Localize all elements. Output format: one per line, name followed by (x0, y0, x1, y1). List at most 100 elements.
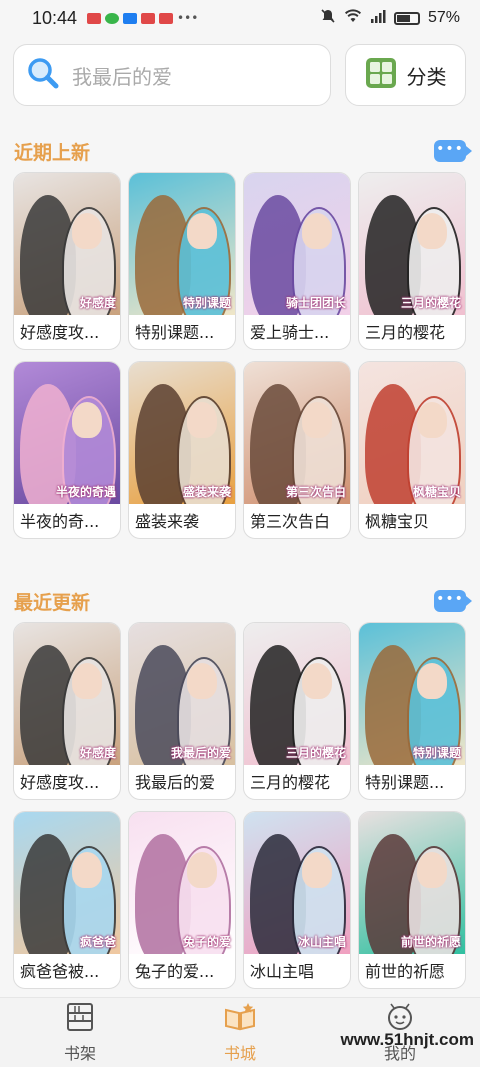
cover-title-art: 特别课题 (412, 746, 461, 760)
comic-title: 好感度攻... (20, 323, 100, 342)
comic-title: 半夜的奇... (20, 512, 100, 531)
comic-cover: 我最后的爱 (129, 623, 235, 765)
comic-card[interactable]: 枫糖宝贝 枫糖宝贝 (358, 361, 466, 539)
comic-title: 第三次告白 (250, 512, 331, 531)
battery-icon (393, 11, 420, 25)
status-bar: 10:44 ••• 57% (0, 0, 480, 36)
comic-card[interactable]: 疯爸爸疯爸爸被... (13, 811, 121, 989)
category-grid-icon (365, 57, 397, 94)
cover-title-art: 三月的樱花 (285, 746, 346, 760)
comic-cover: 冰山主唱 (244, 812, 350, 954)
cover-title-art: 好感度 (79, 296, 116, 310)
comic-cover: 三月的樱花 (359, 173, 465, 315)
cover-face (187, 402, 217, 438)
category-button[interactable]: 分类 (345, 44, 466, 106)
comic-title: 特别课题... (135, 323, 215, 342)
cover-face (72, 852, 102, 888)
comic-card[interactable]: 三月的樱花 三月的樱花 (358, 172, 466, 350)
search-placeholder: 我最后的爱 (72, 64, 172, 89)
comic-cover: 疯爸爸 (14, 812, 120, 954)
comic-card[interactable]: 三月的樱花 三月的樱花 (243, 622, 351, 800)
comic-card[interactable]: 兔子的爱兔子的爱... (128, 811, 236, 989)
comic-card[interactable]: 第三次告白 第三次告白 (243, 361, 351, 539)
cover-face (187, 663, 217, 699)
comic-title: 三月的樱花 (365, 323, 446, 342)
cover-title-art: 前世的祈愿 (400, 935, 461, 949)
tab-bookshelf[interactable]: 书架 (0, 998, 160, 1067)
mute-icon (320, 8, 336, 28)
cover-face (417, 402, 447, 438)
cover-title-art: 冰山主唱 (297, 935, 346, 949)
app-notification-icon (159, 12, 174, 24)
comic-title: 枫糖宝贝 (365, 512, 430, 531)
section-title-new: 近期上新 (14, 142, 91, 164)
tab-bookshelf-label: 书架 (63, 1043, 96, 1063)
cover-face (417, 663, 447, 699)
cover-title-art: 盛装来袭 (182, 485, 231, 499)
alipay-icon (123, 12, 138, 24)
comic-card[interactable]: 好感度好感度攻... (13, 622, 121, 800)
cover-face (417, 852, 447, 888)
comic-title: 三月的樱花 (250, 773, 331, 792)
comic-title: 爱上骑士... (250, 323, 330, 342)
search-icon (26, 56, 60, 94)
wifi-icon (344, 9, 362, 27)
cover-title-art: 兔子的爱 (182, 935, 231, 949)
comic-cover: 特别课题 (129, 173, 235, 315)
updated-comics-grid: 好感度 好感度攻... 我最后的爱 我最后的爱 三月的樱花 三月的樱花 特别课题 特别课题..… (13, 622, 468, 989)
app-notification-icon (141, 12, 156, 24)
battery-percent: 57% (427, 9, 460, 26)
cover-face (72, 213, 102, 249)
cover-title-art: 第三次告白 (285, 485, 346, 499)
comic-card[interactable]: 半夜的奇遇半夜的奇... (13, 361, 121, 539)
comic-cover: 第三次告白 (244, 362, 350, 504)
cover-face (302, 852, 332, 888)
comic-title: 冰山主唱 (250, 962, 315, 981)
comic-cover: 半夜的奇遇 (14, 362, 120, 504)
comic-title: 好感度攻... (20, 773, 100, 792)
comic-title: 兔子的爱... (135, 962, 215, 981)
comic-card[interactable]: 特别课题特别课题... (358, 622, 466, 800)
signal-icon (370, 9, 386, 27)
wechat-icon (105, 12, 120, 24)
new-comics-grid: 好感度 好感度攻... 特别课题 特别课题... 骑士团团长 爱上骑士... 三月的樱花 三月… (13, 172, 468, 539)
cover-face (302, 663, 332, 699)
cover-face (187, 852, 217, 888)
comic-card[interactable]: 盛装来袭 盛装来袭 (128, 361, 236, 539)
tab-bookstore-label: 书城 (223, 1043, 256, 1063)
comic-title: 疯爸爸被... (20, 962, 100, 981)
more-button-updated[interactable]: ••• (434, 590, 472, 612)
comic-card[interactable]: 好感度好感度攻... (13, 172, 121, 350)
comic-title: 特别课题... (365, 773, 445, 792)
comic-cover: 好感度 (14, 173, 120, 315)
notification-icons: ••• (87, 12, 198, 24)
comic-card[interactable]: 我最后的爱 我最后的爱 (128, 622, 236, 800)
more-button-new[interactable]: ••• (434, 140, 472, 162)
comic-cover: 三月的樱花 (244, 623, 350, 765)
cover-title-art: 骑士团团长 (285, 296, 346, 310)
cover-face (72, 402, 102, 438)
cover-face (72, 663, 102, 699)
bookshelf-icon (65, 1002, 95, 1036)
cover-face (302, 402, 332, 438)
comic-cover: 兔子的爱 (129, 812, 235, 954)
cover-title-art: 我最后的爱 (170, 746, 231, 760)
comic-cover: 枫糖宝贝 (359, 362, 465, 504)
bookstore-icon (224, 1002, 256, 1036)
cover-title-art: 特别课题 (182, 296, 231, 310)
cover-face (417, 213, 447, 249)
cover-face (302, 213, 332, 249)
tab-bookstore[interactable]: 书城 (160, 998, 320, 1067)
comic-card[interactable]: 前世的祈愿 前世的祈愿 (358, 811, 466, 989)
app-notification-icon (87, 12, 102, 24)
more-notifications-icon: ••• (177, 11, 199, 25)
search-bar[interactable]: 我最后的爱 (13, 44, 331, 106)
cover-face (187, 213, 217, 249)
comic-card[interactable]: 冰山主唱 冰山主唱 (243, 811, 351, 989)
comic-card[interactable]: 骑士团团长爱上骑士... (243, 172, 351, 350)
cover-title-art: 好感度 (79, 746, 116, 760)
comic-cover: 盛装来袭 (129, 362, 235, 504)
comic-cover: 前世的祈愿 (359, 812, 465, 954)
comic-cover: 好感度 (14, 623, 120, 765)
comic-card[interactable]: 特别课题特别课题... (128, 172, 236, 350)
